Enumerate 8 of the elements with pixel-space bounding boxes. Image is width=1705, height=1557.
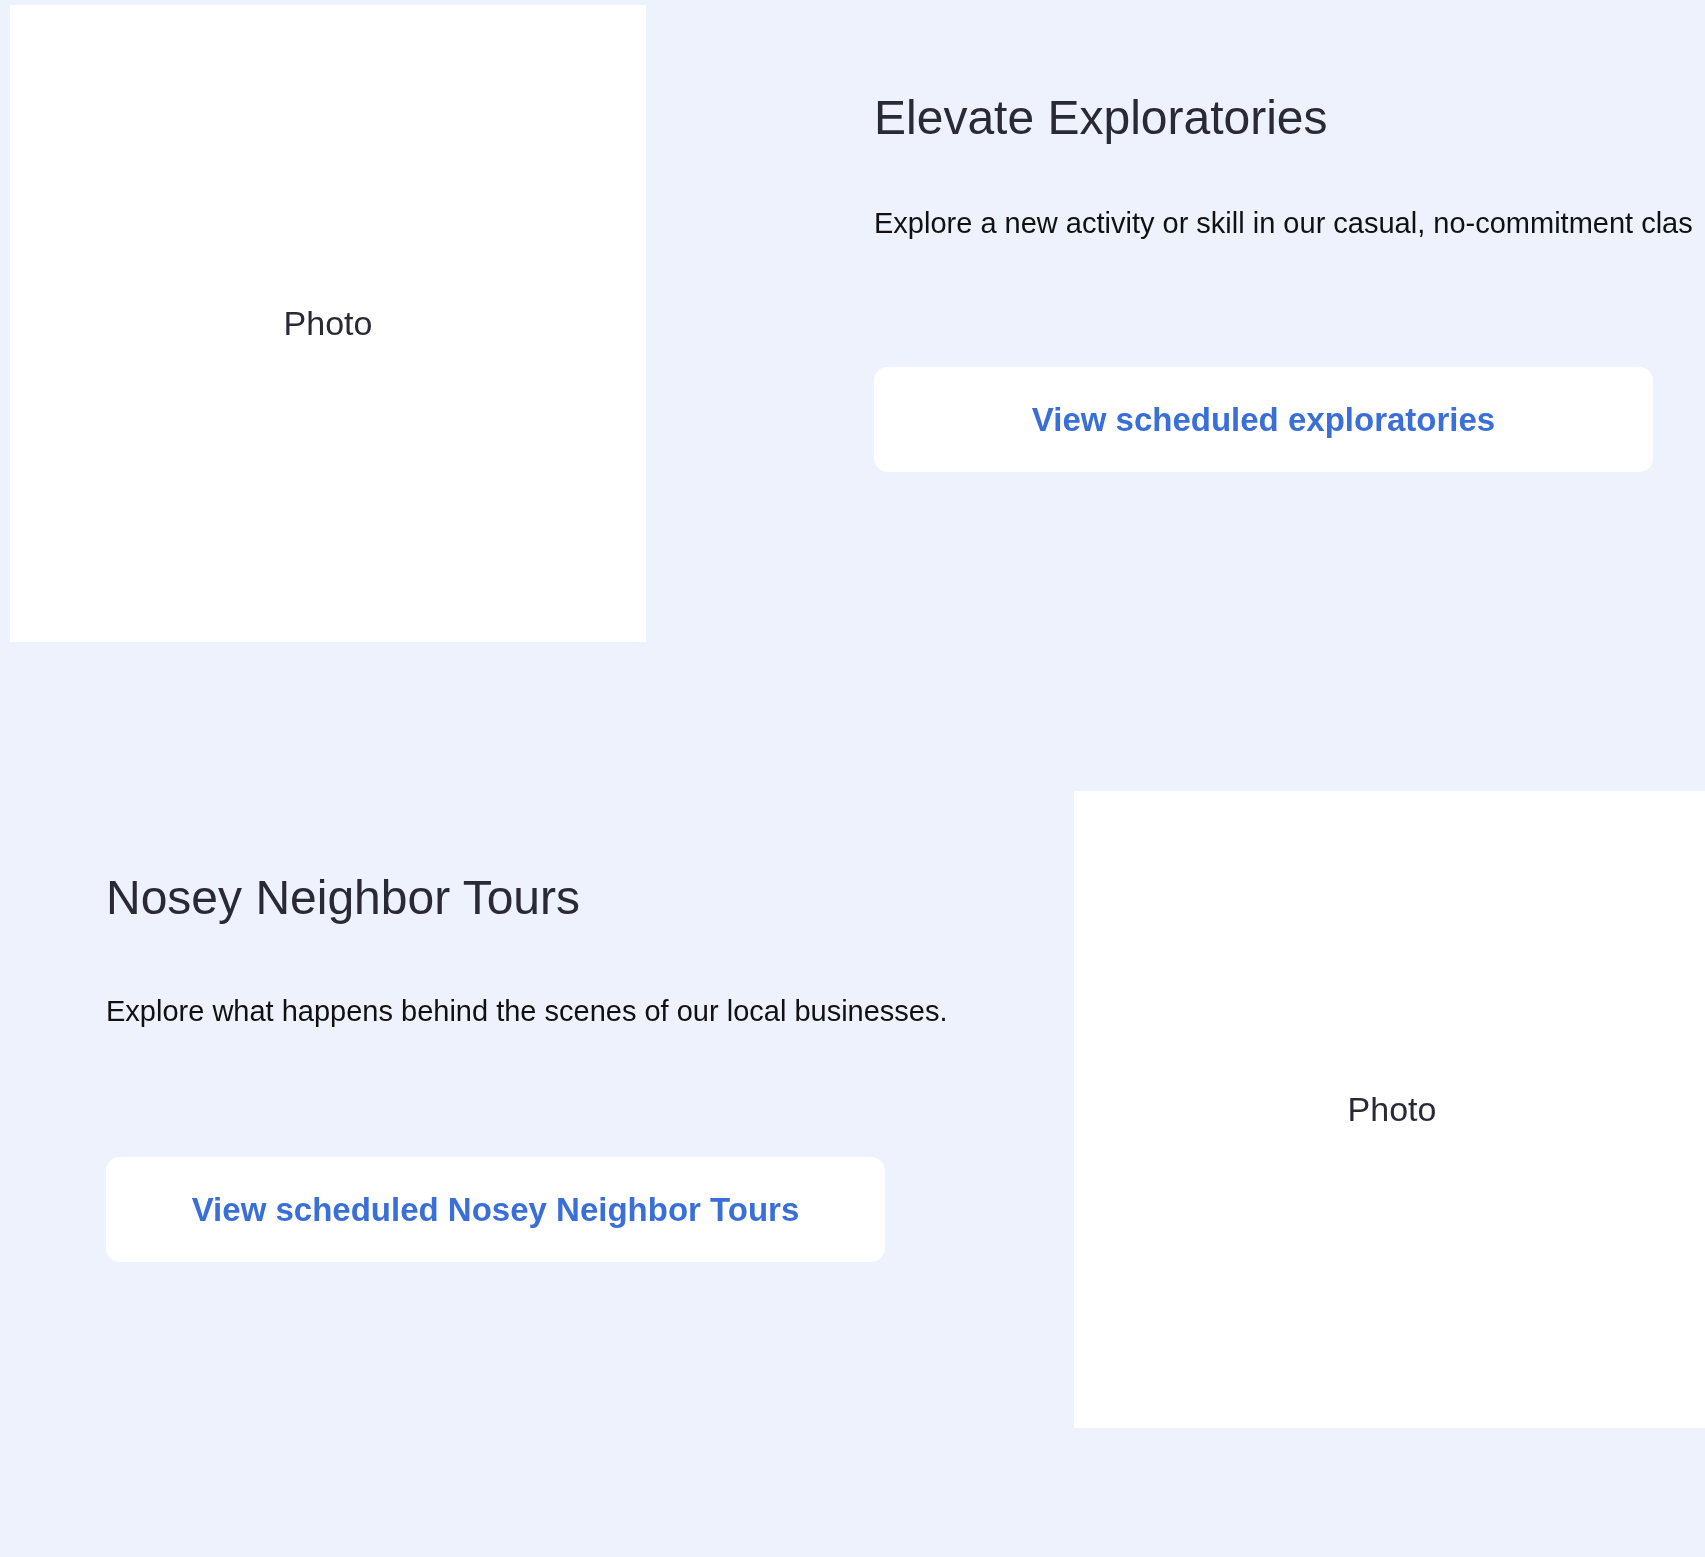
- section-description: Explore a new activity or skill in our casual, no-commitment clas: [874, 207, 1693, 239]
- photo-label: Photo: [1347, 1090, 1437, 1129]
- view-schedule-button[interactable]: View scheduled Nosey Neighbor Tours: [106, 1157, 885, 1262]
- photo-label: Photo: [283, 304, 373, 343]
- section-title: Elevate Exploratories: [874, 90, 1328, 146]
- section-title: Nosey Neighbor Tours: [106, 870, 581, 926]
- section-description: Explore what happens behind the scenes of our local businesses.: [106, 995, 948, 1027]
- view-schedule-button[interactable]: View scheduled exploratories: [874, 367, 1653, 472]
